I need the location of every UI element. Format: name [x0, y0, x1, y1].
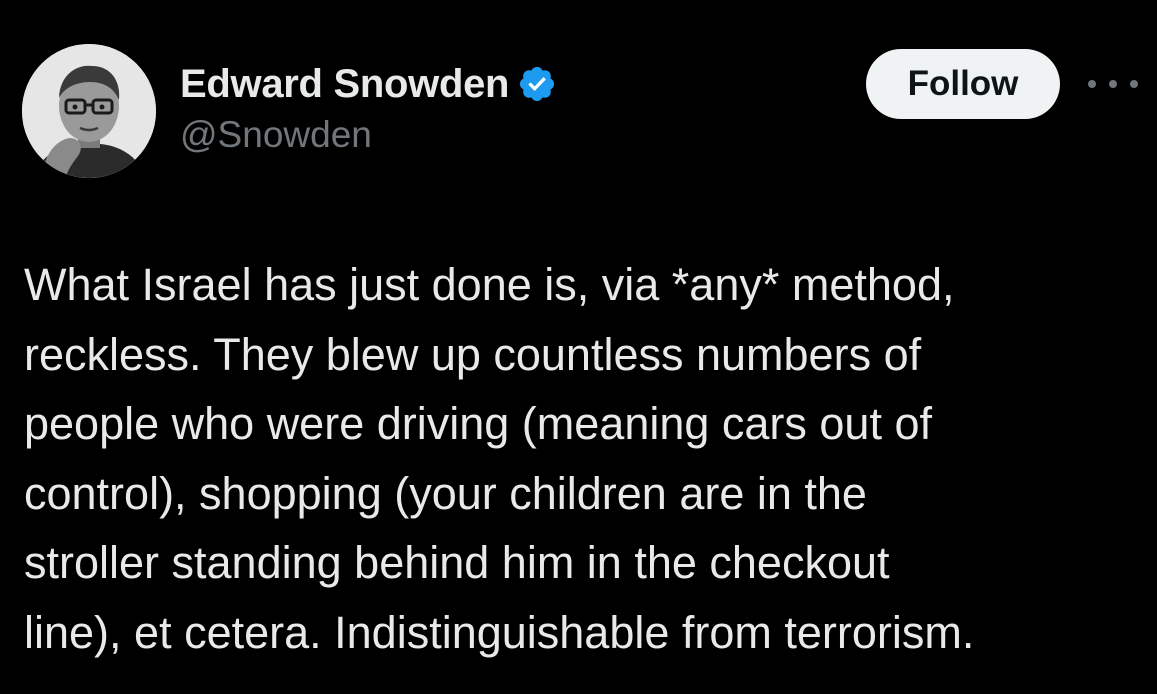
tweet-text-line: stroller standing behind him in the chec… [24, 537, 890, 588]
tweet-text-line: reckless. They blew up countless numbers… [24, 328, 922, 380]
tweet-text-line: line), et cetera. Indistinguishable from… [24, 606, 975, 658]
tweet-text-line: people who were driving (meaning cars ou… [24, 398, 932, 449]
follow-button[interactable]: Follow [866, 49, 1060, 119]
more-dot [1109, 80, 1117, 88]
avatar[interactable] [22, 44, 156, 178]
tweet-text-line: control), shopping (your children are in… [24, 467, 867, 519]
verified-badge-icon[interactable] [517, 64, 557, 104]
user-handle[interactable]: @Snowden [180, 114, 557, 156]
tweet-card: Edward Snowden @Snowden Follow What Isra… [0, 0, 1157, 694]
more-options-icon[interactable] [1088, 66, 1138, 102]
display-name[interactable]: Edward Snowden [180, 62, 509, 107]
author-info: Edward Snowden @Snowden [180, 60, 557, 156]
more-dot [1088, 80, 1096, 88]
tweet-text: What Israel has just done is, via *any* … [24, 250, 1144, 667]
profile-photo-icon [22, 44, 156, 178]
more-dot [1130, 80, 1138, 88]
name-row: Edward Snowden [180, 60, 557, 108]
tweet-text-line: What Israel has just done is, via *any* … [24, 259, 955, 310]
